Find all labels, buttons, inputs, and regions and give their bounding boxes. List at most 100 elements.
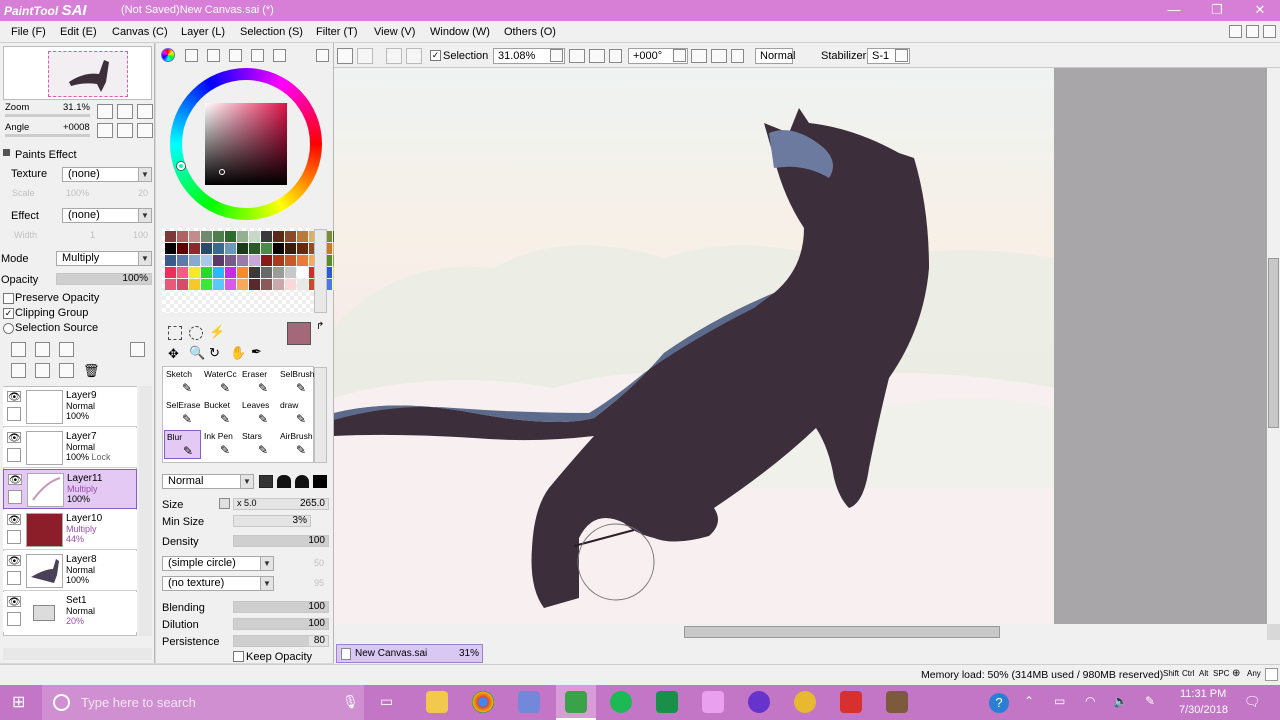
canvas-area[interactable] [334,68,1267,624]
eye-icon[interactable]: 👁 [8,474,22,486]
paint-tool-sai-taskbar-button[interactable] [556,685,596,720]
blending-slider[interactable]: 100 [233,601,329,613]
swatch-grid-icon[interactable] [251,49,264,62]
opacity-slider[interactable]: 100% [56,273,152,285]
document-tab[interactable]: New Canvas.sai 31% [336,644,483,663]
color-swatch[interactable] [237,279,248,290]
chevron-down-icon[interactable] [316,49,329,62]
color-swatch[interactable] [177,279,188,290]
menu-window[interactable]: Window (W) [430,26,490,38]
brush-icon[interactable] [8,490,22,504]
color-swatch[interactable] [273,267,284,278]
swatch-scrollbar[interactable] [314,229,327,313]
resize-grip-icon[interactable] [1265,668,1278,681]
eye-icon[interactable]: 👁 [7,596,21,608]
color-swatch[interactable] [177,255,188,266]
merge-down-button[interactable] [35,363,50,378]
density-slider[interactable]: 100 [233,535,329,547]
deselect-icon[interactable] [386,48,402,64]
color-swatch[interactable] [249,267,260,278]
color-swatch[interactable] [273,243,284,254]
persistence-slider[interactable]: 80 [233,635,329,647]
move-icon[interactable]: ✥ [168,346,179,362]
min-size-slider[interactable]: 3% [233,515,311,527]
color-swatch[interactable] [177,231,188,242]
volume-icon[interactable]: 🔈 [1113,694,1128,708]
spotify-icon[interactable] [610,691,632,713]
keep-opacity-checkbox[interactable] [233,651,244,662]
swap-colors-icon[interactable]: ↱ [316,321,324,332]
brush-texture-dropdown[interactable]: (no texture) ▼ [162,576,274,591]
color-swatch[interactable] [261,279,272,290]
scratchpad-icon[interactable] [273,49,286,62]
color-swatch[interactable] [165,231,176,242]
blend-mode-dropdown[interactable]: Multiply ▼ [56,251,152,266]
color-swatch[interactable] [261,255,272,266]
paint-icon[interactable] [702,691,724,713]
color-swatch[interactable] [201,279,212,290]
color-swatch[interactable] [165,267,176,278]
hscroll-thumb[interactable] [684,626,1000,638]
mdi-restore-button[interactable] [1246,25,1259,38]
layer-list-scrollbar[interactable] [139,386,152,636]
chevron-down-icon[interactable] [550,49,563,62]
color-swatch[interactable] [165,243,176,254]
rgb-slider-icon[interactable] [185,49,198,62]
brush-shape-flat-icon[interactable] [313,475,327,488]
color-swatch[interactable] [213,243,224,254]
mdi-minimize-button[interactable] [1229,25,1242,38]
color-swatch[interactable] [285,255,296,266]
zoom-icon[interactable]: 🔍 [189,345,205,361]
size-slider[interactable]: x 5.0 265.0 [233,498,329,510]
color-swatch[interactable] [201,267,212,278]
dilution-slider[interactable]: 100 [233,618,329,630]
mdi-close-button[interactable] [1263,25,1276,38]
brush-scrollbar[interactable] [314,367,327,463]
brush-draw[interactable]: draw ✎ [278,399,315,428]
brush-shape-dropdown[interactable]: (simple circle) ▼ [162,556,274,571]
layer-lock-box[interactable] [7,612,21,626]
menu-view[interactable]: View (V) [374,26,415,38]
color-picker-handle[interactable] [219,169,225,175]
clock-date[interactable]: 7/30/2018 [1179,704,1228,716]
zoom-out-toolbar-button[interactable] [569,49,585,63]
color-swatch[interactable] [285,267,296,278]
brush-shape-soft-icon[interactable] [277,475,291,488]
eyedropper-icon[interactable]: ✒ [251,344,262,360]
color-swatch[interactable] [285,231,296,242]
color-swatch[interactable] [189,279,200,290]
battery-icon[interactable]: ▭ [1054,694,1065,708]
color-swatch[interactable] [249,255,260,266]
rotate-cw-toolbar-button[interactable] [711,49,727,63]
menu-filter[interactable]: Filter (T) [316,26,358,38]
zoom-in-toolbar-button[interactable] [589,49,605,63]
rotate-right-button[interactable] [117,123,133,138]
color-swatch[interactable] [297,279,308,290]
close-button[interactable]: ✕ [1238,0,1280,21]
rotate-reset-button[interactable] [137,123,153,138]
effect-dropdown[interactable]: (none) ▼ [62,208,152,223]
brush-ink-pen[interactable]: Ink Pen ✎ [202,430,239,459]
color-swatch[interactable] [273,231,284,242]
menu-canvas[interactable]: Canvas (C) [112,26,168,38]
selection-source-checkbox[interactable] [3,323,14,334]
clipping-group-checkbox[interactable]: ✓ [3,308,14,319]
color-wheel[interactable] [170,68,322,220]
color-swatch[interactable] [285,279,296,290]
color-swatch[interactable] [201,243,212,254]
flash-icon[interactable] [840,691,862,713]
chevron-down-icon[interactable] [895,49,908,62]
swatch-grid[interactable] [162,228,344,313]
brush-stars[interactable]: Stars ✎ [240,430,277,459]
preserve-opacity-checkbox[interactable] [3,293,14,304]
layer-row-layer9[interactable]: 👁 Layer9 Normal 100% [3,387,137,427]
invert-selection-icon[interactable] [406,48,422,64]
notification-icon[interactable]: 🗨 [1244,694,1261,710]
hand-icon[interactable]: ✋ [230,345,246,361]
canvas-vscrollbar[interactable] [1267,68,1280,624]
color-swatch[interactable] [297,255,308,266]
color-swatch[interactable] [201,231,212,242]
color-swatch[interactable] [189,231,200,242]
angle-slider[interactable] [5,134,90,137]
new-folder-button[interactable] [59,342,74,357]
